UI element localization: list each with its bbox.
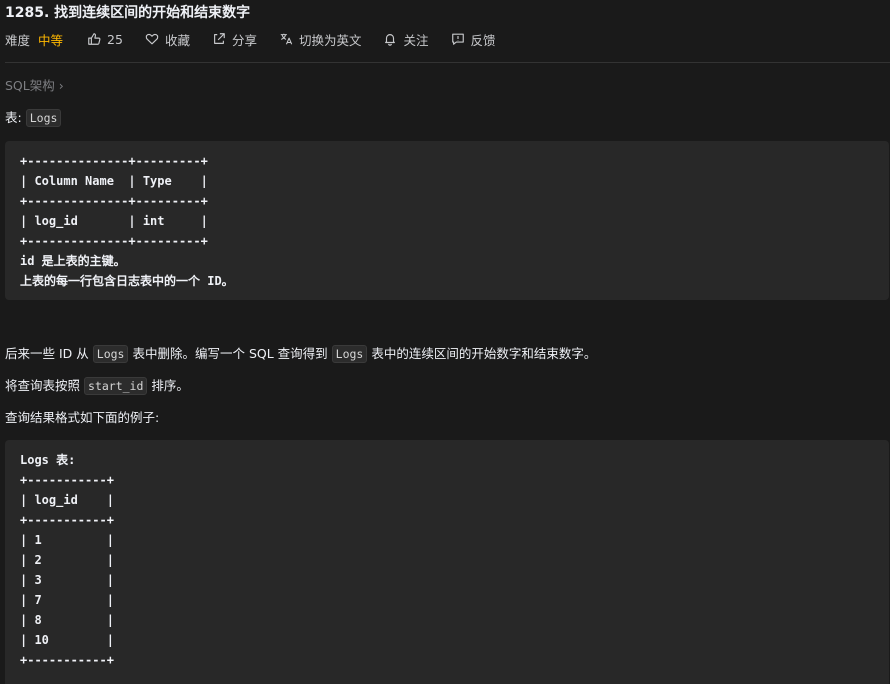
problem-meta-bar: 难度 中等 25 收藏 分享 切换为英文 关注 反馈 — [5, 28, 518, 50]
example-line: | log_id | — [20, 493, 114, 507]
description-text: 表中的连续区间的开始数字和结束数字。 — [371, 346, 597, 361]
description-paragraph-2: 将查询表按照 start_id 排序。 — [5, 376, 189, 396]
like-button[interactable]: 25 — [87, 32, 123, 47]
table-intro: 表: Logs — [5, 108, 65, 128]
switch-language-button[interactable]: 切换为英文 — [279, 30, 362, 49]
thumbs-up-icon — [88, 33, 101, 45]
feedback-button[interactable]: 反馈 — [451, 30, 496, 49]
table-name-code: Logs — [25, 109, 62, 127]
schema-line: | log_id | int | — [20, 214, 208, 228]
problem-title: 1285. 找到连续区间的开始和结束数字 — [5, 5, 251, 21]
description-text: 后来一些 ID 从 — [5, 346, 89, 361]
header-divider — [5, 62, 890, 63]
example-code-block: Logs 表: +-----------+ | log_id | +------… — [5, 440, 889, 684]
example-line: | 8 | — [20, 613, 114, 627]
follow-label: 关注 — [403, 32, 429, 48]
bell-icon — [385, 34, 396, 46]
translate-icon — [280, 33, 293, 45]
heart-icon — [145, 33, 159, 45]
inline-code: start_id — [84, 377, 148, 395]
switch-language-label: 切换为英文 — [298, 32, 362, 48]
favorite-button[interactable]: 收藏 — [145, 30, 190, 49]
example-line: | 3 | — [20, 573, 114, 587]
example-line: +-----------+ — [20, 653, 114, 667]
schema-line: +--------------+---------+ — [20, 154, 208, 168]
like-count: 25 — [107, 31, 123, 47]
table-intro-prefix: 表: — [5, 110, 22, 125]
example-line: Logs 表: — [20, 453, 76, 467]
schema-code-block: +--------------+---------+ | Column Name… — [5, 141, 889, 300]
description-text: 排序。 — [151, 378, 189, 393]
follow-button[interactable]: 关注 — [383, 30, 429, 49]
breadcrumb[interactable]: SQL架构 › — [5, 76, 64, 96]
difficulty-label: 难度 — [5, 32, 31, 48]
breadcrumb-label[interactable]: SQL架构 — [5, 78, 55, 93]
schema-line: id 是上表的主键。 — [20, 254, 126, 268]
schema-line: +--------------+---------+ — [20, 194, 208, 208]
feedback-icon — [451, 33, 464, 45]
difficulty-value: 中等 — [38, 32, 64, 48]
example-line: +-----------+ — [20, 473, 114, 487]
example-line: | 2 | — [20, 553, 114, 567]
schema-line: | Column Name | Type | — [20, 174, 208, 188]
inline-code: Logs — [92, 345, 129, 363]
favorite-label: 收藏 — [164, 32, 190, 48]
example-line: | 10 | — [20, 633, 114, 647]
share-icon — [214, 33, 225, 44]
schema-line: +--------------+---------+ — [20, 234, 208, 248]
description-paragraph-1: 后来一些 ID 从 Logs 表中删除。编写一个 SQL 查询得到 Logs 表… — [5, 344, 596, 364]
chevron-right-icon: › — [58, 78, 64, 93]
share-button[interactable]: 分享 — [212, 30, 257, 49]
description-text: 将查询表按照 — [5, 378, 81, 393]
description-text: 查询结果格式如下面的例子: — [5, 410, 160, 425]
share-label: 分享 — [231, 32, 257, 48]
feedback-label: 反馈 — [470, 32, 496, 48]
example-line: | 7 | — [20, 593, 114, 607]
example-line: | 1 | — [20, 533, 114, 547]
description-text: 表中删除。编写一个 SQL 查询得到 — [132, 346, 328, 361]
problem-page: 1285. 找到连续区间的开始和结束数字 难度 中等 25 收藏 分享 切换为英… — [0, 0, 890, 684]
schema-line: 上表的每一行包含日志表中的一个 ID。 — [20, 274, 234, 288]
description-paragraph-3: 查询结果格式如下面的例子: — [5, 408, 159, 428]
inline-code: Logs — [331, 345, 368, 363]
example-line: +-----------+ — [20, 513, 114, 527]
